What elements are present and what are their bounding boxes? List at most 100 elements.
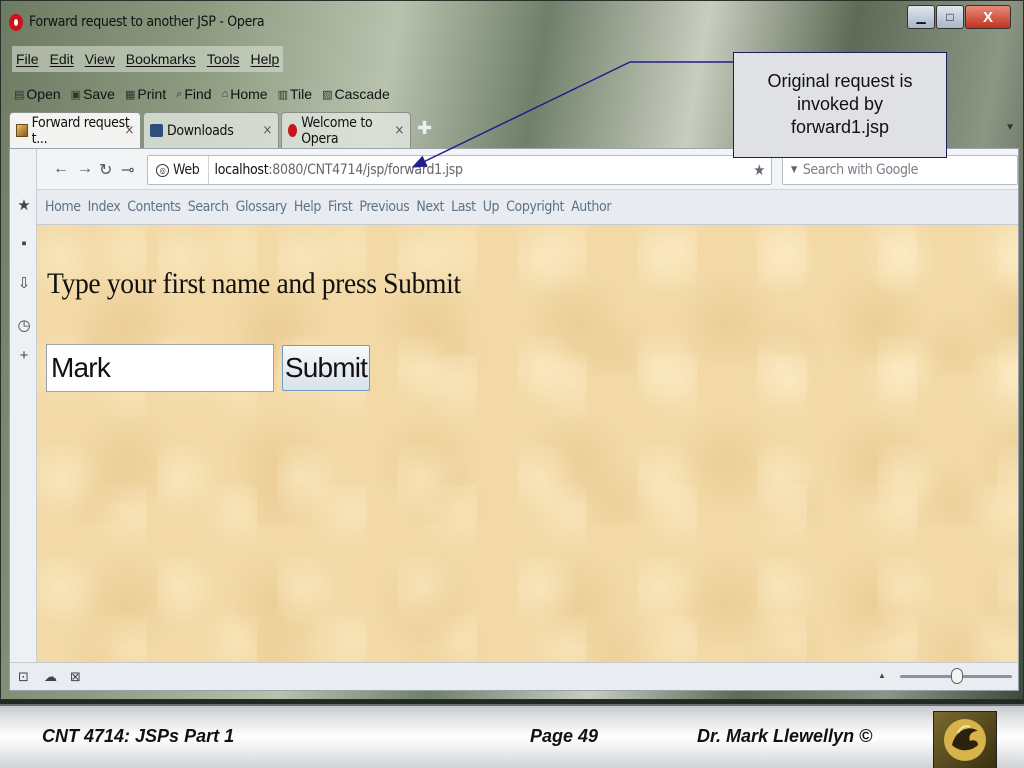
- back-arrow-icon[interactable]: ←: [53, 160, 69, 178]
- bookmarks-star-icon[interactable]: ★: [17, 198, 31, 213]
- nav-author[interactable]: Author: [571, 199, 611, 215]
- browser-content-frame: ★ ▪ ⇩ ◷ + ← → ↻ ⊸ ◎ Web localhost:8080/C…: [9, 148, 1019, 691]
- opera-logo-icon: [9, 13, 23, 31]
- search-field[interactable]: ▼ Search with Google: [782, 155, 1018, 185]
- nav-help[interactable]: Help: [294, 199, 322, 215]
- cascade-button[interactable]: ▧ Cascade: [322, 86, 390, 102]
- tab-close-icon[interactable]: ×: [262, 123, 272, 138]
- zoom-slider-thumb[interactable]: [951, 668, 963, 684]
- menu-file[interactable]: File: [16, 51, 39, 67]
- minimize-button[interactable]: ▁: [907, 5, 935, 29]
- tab-label: Downloads: [167, 122, 234, 139]
- notes-icon[interactable]: ▪: [17, 236, 31, 251]
- tab-label: Forward request t...: [31, 114, 130, 147]
- maximize-button[interactable]: □: [936, 5, 964, 29]
- annotation-callout: Original request is invoked by forward1.…: [733, 52, 947, 158]
- security-badge[interactable]: ◎ Web: [148, 156, 209, 184]
- side-panel: ★ ▪ ⇩ ◷ +: [10, 149, 37, 662]
- menu-help[interactable]: Help: [251, 51, 280, 67]
- tile-label: Tile: [290, 86, 313, 102]
- tab-label: Welcome to Opera: [301, 114, 373, 147]
- reload-icon[interactable]: ↻: [99, 160, 112, 180]
- page-favicon-icon: [16, 124, 28, 137]
- home-button[interactable]: ⌂ Home: [222, 86, 268, 102]
- badge-label: Web: [173, 162, 200, 178]
- status-bar: ⊡ ☁ ⊠ ▲: [10, 662, 1018, 690]
- first-name-input[interactable]: [46, 344, 274, 392]
- home-icon: ⌂: [221, 88, 229, 100]
- open-icon: ▤: [14, 88, 25, 101]
- page-number: Page 49: [530, 726, 599, 746]
- menu-view[interactable]: View: [85, 51, 115, 67]
- find-button[interactable]: ⌕ Find: [176, 86, 211, 102]
- wand-key-icon[interactable]: ⊸: [121, 160, 134, 180]
- downloads-icon: [150, 124, 163, 137]
- tab-list-chevron-icon[interactable]: ▼: [1005, 122, 1015, 133]
- title-bar: Forward request to another JSP - Opera ▁…: [1, 1, 1024, 43]
- home-label: Home: [230, 86, 268, 102]
- zoom-up-arrow-icon[interactable]: ▲: [878, 671, 886, 680]
- print-icon: ▦: [124, 88, 136, 101]
- site-navigation-bar: Home Index Contents Search Glossary Help…: [37, 189, 1018, 225]
- cascade-icon: ▧: [322, 88, 333, 101]
- open-label: Open: [26, 86, 61, 102]
- nav-index[interactable]: Index: [88, 199, 121, 215]
- tab-close-icon[interactable]: ×: [124, 123, 134, 138]
- nav-home[interactable]: Home: [45, 199, 81, 215]
- window-controls: ▁ □ X: [907, 5, 1011, 29]
- nav-contents[interactable]: Contents: [127, 199, 181, 215]
- add-panel-icon[interactable]: +: [17, 348, 31, 363]
- nav-next[interactable]: Next: [416, 199, 444, 215]
- print-label: Print: [137, 86, 167, 102]
- print-button[interactable]: ▦ Print: [125, 86, 166, 102]
- search-engine-chevron-icon[interactable]: ▼: [791, 165, 797, 175]
- tab-close-icon[interactable]: ×: [394, 123, 404, 138]
- menu-edit[interactable]: Edit: [50, 51, 74, 67]
- nav-previous[interactable]: Previous: [359, 199, 409, 215]
- save-button[interactable]: ▣ Save: [71, 86, 115, 102]
- course-title: CNT 4714: JSPs Part 1: [42, 726, 235, 746]
- nav-search[interactable]: Search: [188, 199, 229, 215]
- callout-line-3: forward1.jsp: [790, 117, 890, 137]
- callout-line-1: Original request is: [767, 71, 913, 91]
- tab-downloads[interactable]: Downloads ×: [143, 112, 279, 148]
- submit-button[interactable]: Submit: [282, 345, 370, 391]
- panel-toggle-icon[interactable]: ⊡: [18, 669, 29, 685]
- author-credit: Dr. Mark Llewellyn ©: [697, 726, 873, 746]
- save-label: Save: [83, 86, 115, 102]
- nav-copyright[interactable]: Copyright: [506, 199, 564, 215]
- page-content: Type your first name and press Submit Su…: [37, 225, 1018, 662]
- forward-arrow-icon[interactable]: →: [77, 160, 93, 178]
- turbo-icon[interactable]: ☁: [44, 669, 57, 685]
- downloads-panel-icon[interactable]: ⇩: [17, 276, 31, 291]
- callout-line-2: invoked by: [796, 94, 884, 114]
- tab-welcome-opera[interactable]: Welcome to Opera ×: [281, 112, 411, 148]
- nav-up[interactable]: Up: [483, 199, 500, 215]
- web-globe-icon: ◎: [156, 163, 169, 177]
- nav-last[interactable]: Last: [451, 199, 476, 215]
- opera-tab-icon: [288, 124, 298, 137]
- menu-tools[interactable]: Tools: [207, 51, 240, 67]
- open-button[interactable]: ▤ Open: [14, 86, 61, 102]
- find-icon: ⌕: [176, 87, 183, 100]
- unite-icon[interactable]: ⊠: [70, 669, 81, 685]
- toolbar: ▤ Open ▣ Save ▦ Print ⌕ Find ⌂ Home ▥ Tile ▧ Ca…: [14, 81, 390, 107]
- slide-footer: CNT 4714: JSPs Part 1 Page 49 Dr. Mark L…: [0, 704, 1024, 768]
- close-button[interactable]: X: [965, 5, 1011, 29]
- nav-first[interactable]: First: [328, 199, 353, 215]
- search-placeholder: Search with Google: [802, 162, 919, 178]
- cascade-label: Cascade: [334, 86, 390, 102]
- bookmark-star-icon[interactable]: ★: [753, 161, 765, 179]
- tab-forward-request[interactable]: Forward request t... ×: [9, 112, 141, 148]
- nav-glossary[interactable]: Glossary: [236, 199, 288, 215]
- url-host: localhost: [214, 162, 269, 178]
- menu-bookmarks[interactable]: Bookmarks: [126, 51, 196, 67]
- history-clock-icon[interactable]: ◷: [17, 318, 31, 333]
- tile-button[interactable]: ▥ Tile: [278, 86, 312, 102]
- tile-icon: ▥: [277, 88, 289, 101]
- find-label: Find: [184, 86, 212, 102]
- menu-bar: File Edit View Bookmarks Tools Help: [12, 46, 284, 72]
- url-field[interactable]: ◎ Web localhost:8080/CNT4714/jsp/forward…: [147, 155, 772, 185]
- save-icon: ▣: [70, 88, 82, 101]
- new-tab-icon[interactable]: ✚: [417, 118, 432, 139]
